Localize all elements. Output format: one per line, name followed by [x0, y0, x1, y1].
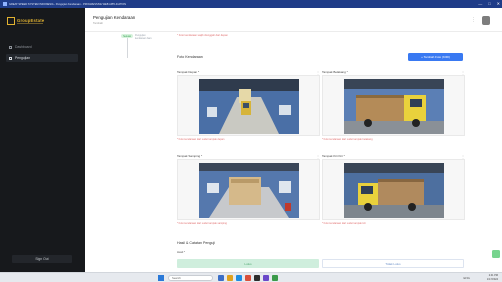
truck-photo-side	[199, 163, 299, 218]
windows-start-icon[interactable]	[158, 275, 164, 281]
photo-hint: * Foto kendaraan dari sudut tampak sampi…	[177, 222, 227, 225]
stepper: Selesai Pengujian kendaraan baru	[113, 32, 158, 58]
sidebar-item-label: Dashboard	[15, 45, 32, 49]
fail-option-button[interactable]: Tidak Lulus	[322, 259, 464, 268]
sidebar-item-pengujian[interactable]: Pengujian	[6, 54, 78, 62]
step-label: Pengujian kendaraan baru	[135, 34, 152, 41]
photo-card-side: Tampak Samping * ⋮ * Foto kendaraan dari…	[177, 154, 320, 230]
window-controls: — □ ✕	[478, 1, 500, 6]
photo-label: Tampak Depan *	[177, 70, 200, 74]
photo-label: Tampak Belakang *	[322, 70, 348, 74]
sign-out-button[interactable]: Sign Out	[12, 255, 72, 263]
app-icon	[3, 2, 7, 6]
photo-preview[interactable]	[322, 75, 465, 136]
photo-hint: * Foto kendaraan dari sudut tampak belak…	[322, 138, 373, 141]
page-header: Pengujian Kendaraan Tambah ⋮	[85, 8, 502, 32]
maximize-icon[interactable]: □	[488, 1, 490, 6]
taskbar-search-input[interactable]: Search	[168, 275, 213, 281]
photo-hint: * Foto kendaraan dari sudut tampak depan	[177, 138, 225, 141]
add-photo-button[interactable]: + Tambah Foto (KIRI)	[408, 53, 463, 61]
step-connector	[127, 38, 128, 58]
photo-card-left: Tampak Kiri Kiri * ⋮ * Foto kendaraan da…	[322, 154, 465, 230]
window-title: GREAT SPEED SYSTEM INDONESIA - Pengujian…	[9, 2, 127, 6]
photo-label: Tampak Kiri Kiri *	[322, 154, 345, 158]
minimize-icon[interactable]: —	[478, 1, 482, 6]
page-subtitle: Tambah	[93, 21, 103, 25]
photo-preview[interactable]	[322, 159, 465, 220]
chrome-icon[interactable]	[245, 275, 251, 281]
task-view-icon[interactable]	[218, 275, 224, 281]
logo-mark	[7, 17, 15, 25]
window-title-bar: GREAT SPEED SYSTEM INDONESIA - Pengujian…	[0, 0, 502, 8]
result-field-label: Hasil *	[177, 250, 186, 254]
page-title: Pengujian Kendaraan	[93, 15, 136, 20]
truck-photo-back	[344, 79, 444, 134]
close-icon[interactable]: ✕	[497, 1, 500, 6]
taskbar: Search ENG 2:41 PM 1/17/2024	[0, 272, 502, 282]
more-menu-icon[interactable]: ⋮	[471, 17, 476, 23]
app-icon[interactable]	[272, 275, 278, 281]
photo-card-back: Tampak Belakang * ⋮ * Foto kendaraan dar…	[322, 70, 465, 146]
photo-hint: * Foto kendaraan dari sudut tampak kiri	[322, 222, 366, 225]
photo-preview[interactable]	[177, 159, 320, 220]
sidebar-item-label: Pengujian	[15, 56, 31, 60]
form-note: * Foto kendaraan wajib diunggah dari dep…	[177, 34, 228, 37]
clipboard-icon	[9, 56, 12, 60]
floating-help-button[interactable]	[492, 250, 500, 258]
home-icon	[9, 45, 12, 49]
file-explorer-icon[interactable]	[227, 275, 233, 281]
photos-section-title: Foto Kendaraan	[177, 55, 203, 59]
clock-time: 2:41 PM	[488, 274, 498, 277]
truck-photo-left	[344, 163, 444, 218]
photo-card-front: Tampak Depan * ⋮ * Foto kendaraan dari s…	[177, 70, 320, 146]
avatar[interactable]	[482, 16, 490, 25]
terminal-icon[interactable]	[254, 275, 260, 281]
pass-option-button[interactable]: Lulus	[177, 259, 319, 268]
main-content: Selesai Pengujian kendaraan baru * Foto …	[85, 32, 502, 272]
photo-preview[interactable]	[177, 75, 320, 136]
clock-date: 1/17/2024	[486, 277, 498, 281]
app-logo: GroupEstate	[7, 17, 55, 25]
edge-browser-icon[interactable]	[236, 275, 242, 281]
sidebar: GroupEstate Dashboard Pengujian Sign Out	[0, 8, 85, 272]
vscode-icon[interactable]	[263, 275, 269, 281]
logo-underline	[17, 23, 43, 24]
sidebar-item-dashboard[interactable]: Dashboard	[6, 43, 78, 51]
photo-label: Tampak Samping *	[177, 154, 203, 158]
clock[interactable]: 2:41 PM 1/17/2024	[487, 274, 498, 281]
result-section-title: Hasil & Catatan Penguji	[177, 241, 215, 245]
truck-photo-front	[199, 79, 299, 134]
tray-language[interactable]: ENG	[463, 276, 470, 280]
